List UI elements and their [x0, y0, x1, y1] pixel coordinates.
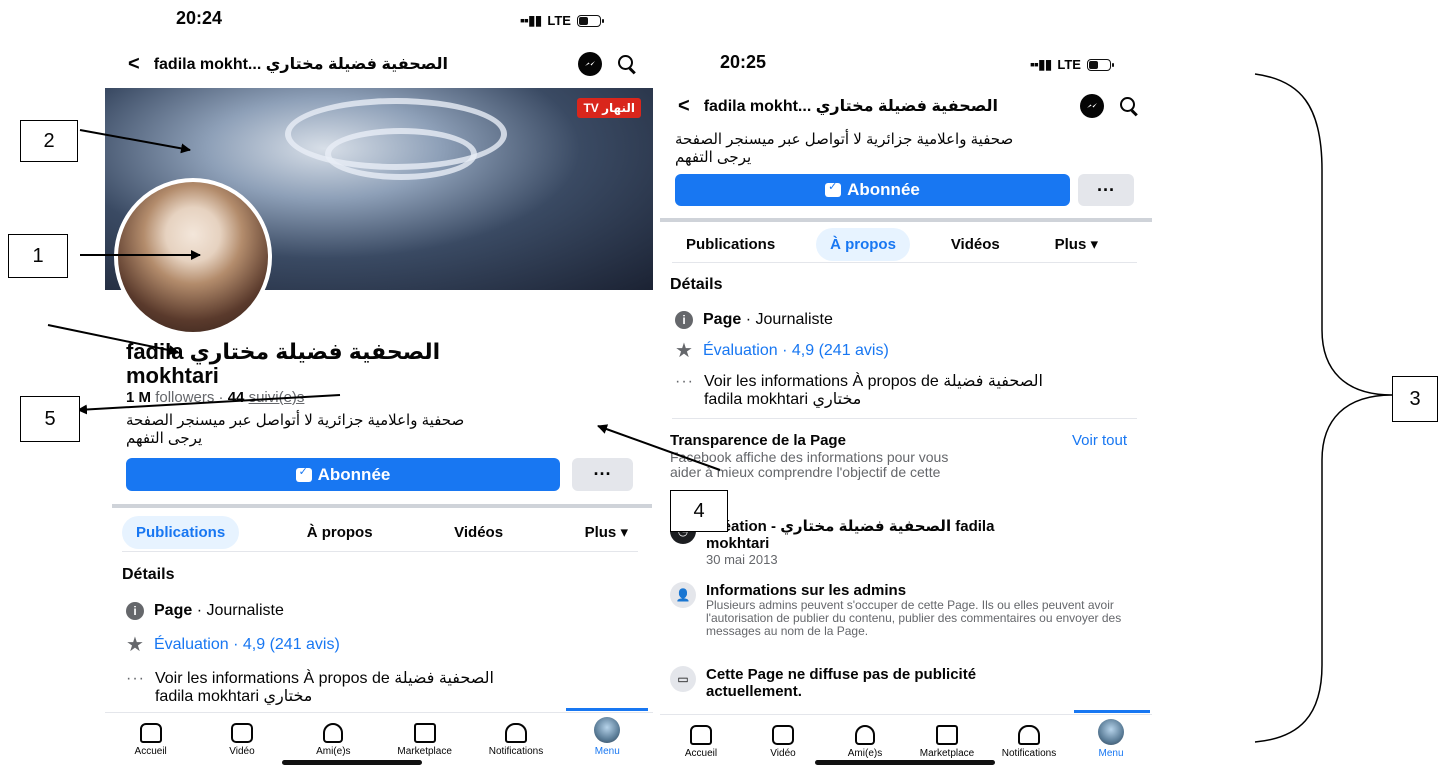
arrow-5-up	[47, 324, 179, 356]
arrow-4	[597, 424, 721, 471]
brace-3	[1254, 73, 1393, 743]
callout-3: 3	[1392, 376, 1438, 422]
annotation-overlay	[47, 73, 1393, 743]
callout-1: 1	[8, 234, 68, 278]
callout-4: 4	[670, 490, 728, 532]
callout-5: 5	[20, 396, 80, 442]
arrow-5-left	[77, 394, 341, 415]
callout-2: 2	[20, 120, 78, 162]
arrow-2	[79, 129, 191, 154]
